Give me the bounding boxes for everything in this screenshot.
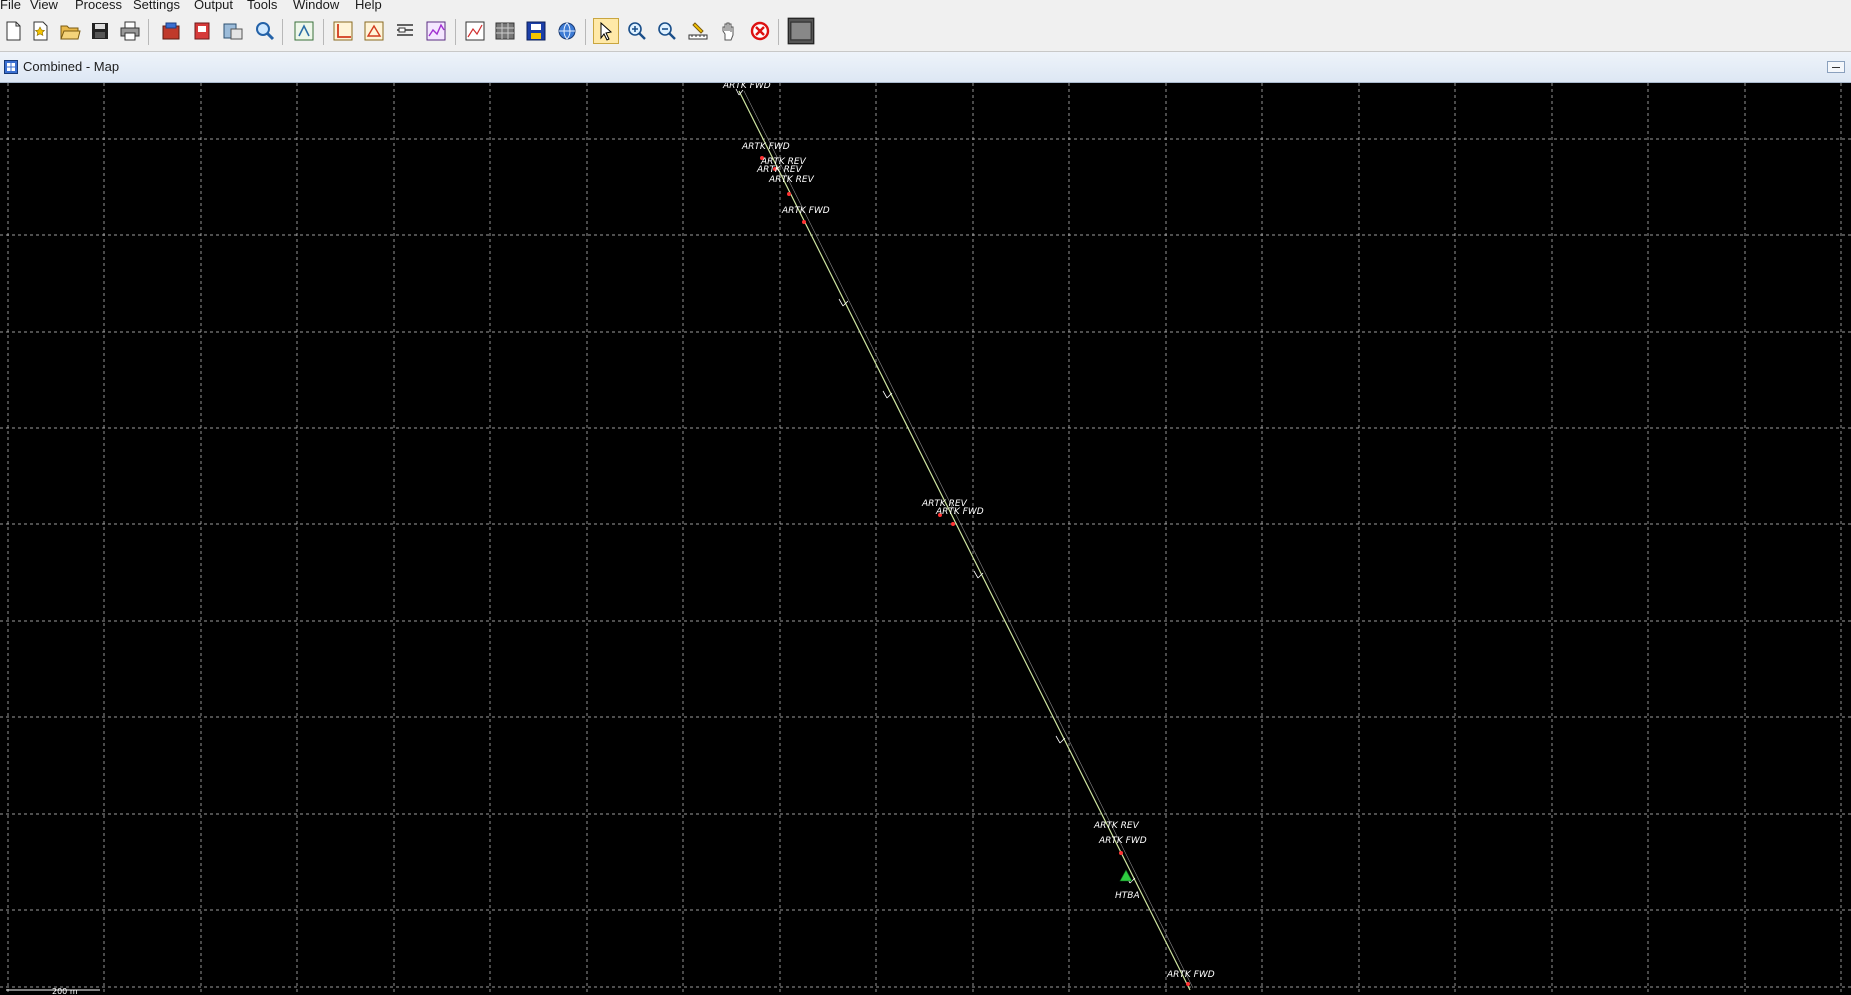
menu-view[interactable]: View	[30, 0, 58, 11]
print-button[interactable]	[117, 18, 143, 44]
station-label: ARTK REV	[756, 165, 803, 175]
pan-hand-icon	[722, 22, 734, 41]
chart-button[interactable]	[423, 18, 449, 44]
map-window-title: Combined - Map	[23, 59, 120, 74]
route-line	[738, 90, 1191, 991]
toolbar-separator	[778, 19, 779, 45]
map-window-titlebar: Combined - Map	[0, 52, 1851, 83]
map-canvas[interactable]: ARTK FWD ARTK FWD ARTK REV ARTK REV ARTK…	[0, 83, 1851, 995]
station-label: ARTK FWD	[741, 142, 790, 152]
new-project-button[interactable]	[27, 18, 53, 44]
survey-route	[738, 90, 1194, 991]
station-point[interactable]	[1186, 982, 1190, 986]
select-tool-button[interactable]	[593, 18, 619, 44]
pointer-select-icon	[600, 21, 613, 41]
map-svg: ARTK FWD ARTK FWD ARTK REV ARTK REV ARTK…	[0, 83, 1851, 995]
station-labels: ARTK FWD ARTK FWD ARTK REV ARTK REV ARTK…	[722, 83, 1215, 980]
zoom-out-button[interactable]	[654, 18, 680, 44]
menu-file[interactable]: File	[0, 0, 21, 11]
save-icon	[92, 23, 108, 39]
station-point[interactable]	[1119, 851, 1123, 855]
new-project-icon	[33, 21, 48, 41]
scale-bar-label: 200 m	[52, 987, 78, 995]
network-button[interactable]	[361, 18, 387, 44]
direction-arrow	[973, 570, 984, 579]
station-label: ARTK FWD	[1166, 970, 1215, 980]
search-data-icon	[256, 22, 275, 41]
zoom-out-icon	[658, 22, 676, 40]
menu-help[interactable]: Help	[355, 0, 382, 11]
station-label: ARTK FWD	[1098, 836, 1147, 846]
map-grid	[0, 83, 1851, 995]
menu-tools[interactable]: Tools	[247, 0, 277, 11]
fit-window-button[interactable]	[786, 16, 816, 46]
zoom-in-icon	[628, 22, 646, 40]
globe-icon	[558, 22, 576, 40]
network-icon	[364, 21, 384, 41]
fit-window-icon	[787, 17, 815, 45]
save-project-icon	[526, 21, 546, 41]
minimize-button[interactable]	[1827, 61, 1845, 73]
list-settings-icon	[397, 24, 413, 36]
grid-view-button[interactable]	[492, 18, 518, 44]
batch-import-icon	[223, 23, 243, 40]
stop-button[interactable]	[747, 18, 773, 44]
menu-bar: File View Process Settings Output Tools …	[0, 0, 1851, 13]
save-button[interactable]	[87, 18, 113, 44]
menu-window[interactable]: Window	[293, 0, 339, 11]
station-point[interactable]	[802, 220, 806, 224]
station-label: ARTK FWD	[935, 507, 984, 517]
station-label: HTBA	[1115, 891, 1140, 901]
zoom-in-button[interactable]	[624, 18, 650, 44]
import-book-button[interactable]	[189, 18, 215, 44]
batch-import-button[interactable]	[220, 18, 246, 44]
import-data-icon	[162, 22, 180, 40]
measure-icon	[688, 22, 708, 40]
station-label: ARTK REV	[1093, 821, 1140, 831]
toolbar-separator	[323, 19, 324, 45]
station-point[interactable]	[951, 522, 955, 526]
list-settings-button[interactable]	[392, 18, 418, 44]
stop-icon	[750, 21, 770, 41]
open-folder-icon	[60, 25, 81, 40]
import-data-button[interactable]	[158, 18, 184, 44]
toolbar-separator	[282, 19, 283, 45]
import-book-icon	[194, 22, 210, 40]
pan-button[interactable]	[716, 18, 742, 44]
grid-view-icon	[495, 22, 515, 40]
station-label: ARTK FWD	[722, 83, 771, 91]
station-label: ARTK FWD	[781, 206, 830, 216]
new-file-button[interactable]	[0, 18, 26, 44]
survey-tool-button[interactable]	[291, 18, 317, 44]
toolbar-separator	[585, 19, 586, 45]
print-icon	[120, 21, 140, 41]
scale-bar: 200 m	[6, 987, 100, 995]
chart-icon	[426, 21, 446, 41]
survey-tool-icon	[294, 21, 314, 41]
plot-axes-icon	[333, 21, 353, 41]
open-button[interactable]	[57, 18, 83, 44]
map-view-icon	[465, 21, 485, 41]
route-offset-line	[743, 90, 1194, 989]
new-file-icon	[6, 21, 21, 41]
menu-settings[interactable]: Settings	[133, 0, 180, 11]
map-view-button[interactable]	[462, 18, 488, 44]
station-point[interactable]	[787, 192, 791, 196]
station-label: ARTK REV	[768, 175, 815, 185]
toolbar-separator	[455, 19, 456, 45]
save-project-button[interactable]	[523, 18, 549, 44]
search-data-button[interactable]	[251, 18, 277, 44]
toolbar-separator	[148, 19, 149, 45]
plot-axes-button[interactable]	[330, 18, 356, 44]
globe-button[interactable]	[554, 18, 580, 44]
toolbar	[0, 13, 1851, 52]
measure-button[interactable]	[685, 18, 711, 44]
map-window-icon	[4, 60, 18, 74]
menu-process[interactable]: Process	[75, 0, 122, 11]
menu-output[interactable]: Output	[194, 0, 233, 11]
